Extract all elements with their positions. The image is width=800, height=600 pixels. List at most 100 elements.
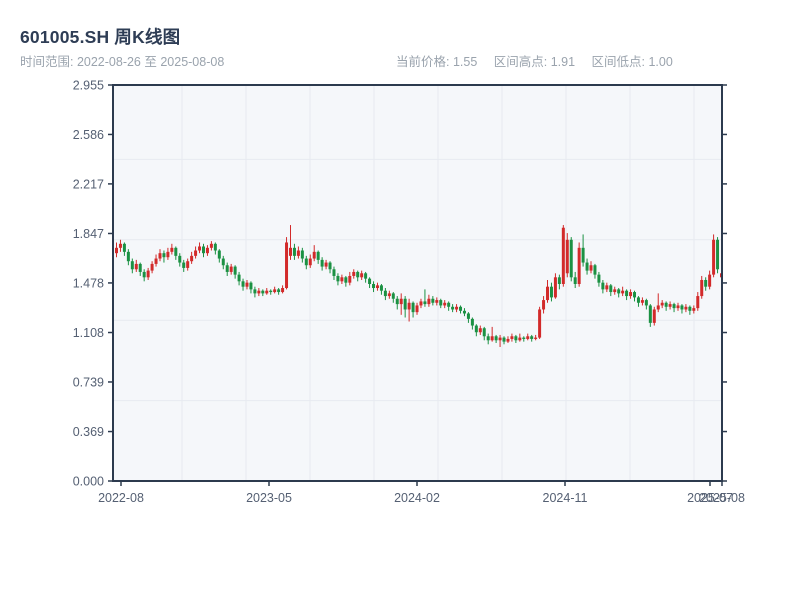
candle-body [506,338,510,342]
candle-body [625,290,629,297]
x-tick-label: 2022-08 [98,491,144,505]
candle-body [534,337,538,339]
candle-body [459,306,463,311]
candle-body [549,286,553,298]
range-low-stat: 区间低点: 1.00 [591,55,673,69]
candle-body [399,298,403,305]
current-price-stat: 当前价格: 1.55 [396,55,478,69]
candle-body [644,300,648,306]
candle-body [561,227,565,285]
candle-body [470,318,474,326]
candle-body [415,305,419,313]
candle-body [348,275,352,283]
candle-body [593,265,597,275]
candle-body [360,273,364,278]
candle-body [364,273,368,279]
candle-body [285,242,289,289]
candle-body [451,306,455,310]
candle-body [573,277,577,285]
chart-header: 时间范围: 2022-08-26 至 2025-08-08 当前价格: 1.55… [0,51,800,69]
candle-body [692,308,696,311]
candle-body [356,271,360,278]
candle-body [648,305,652,323]
y-tick-label: 1.847 [73,227,104,241]
y-tick-label: 2.217 [73,177,104,191]
candle-body [209,243,213,248]
candle-body [510,336,514,339]
candle-body [273,289,277,293]
candle-body [621,290,625,294]
candle-body [672,304,676,309]
candle-body [688,306,692,311]
candle-body [178,255,182,263]
kline-chart-page: { "header": { "title": "601005.SH 周K线图",… [0,0,800,600]
candle-body [407,302,411,310]
candle-body [174,247,178,256]
candle-body [134,263,138,270]
candle-body [712,239,716,275]
candle-body [344,277,348,283]
candle-body [530,336,534,339]
candle-body [538,309,542,338]
candle-body [182,262,186,268]
candle-body [431,298,435,303]
candle-body [514,336,518,341]
x-tick-label: 2025-08 [699,491,745,505]
candle-body [466,313,470,319]
candle-body [640,300,644,303]
candle-body [387,293,391,297]
candle-body [435,300,439,303]
candle-body [245,282,249,287]
candle-body [221,258,225,266]
candle-body [166,251,170,258]
candle-body [605,285,609,290]
candle-body [601,282,605,290]
candle-body [332,269,336,276]
page-title: 601005.SH 周K线图 [20,27,181,47]
candle-body [443,302,447,306]
candle-body [589,265,593,271]
candle-body [502,337,506,342]
candle-body [379,285,383,291]
candle-body [150,263,154,271]
candle-body [462,310,466,314]
candle-body [553,277,557,298]
candle-body [372,284,376,289]
candle-body [617,289,621,294]
candle-body [292,247,296,256]
candle-body [411,302,415,313]
candle-body [368,278,372,285]
plot-area [113,85,722,481]
candle-body [684,306,688,310]
candle-body [700,279,704,297]
candle-body [383,290,387,297]
candle-body [581,247,585,263]
candle-body [265,290,269,294]
candle-body [316,251,320,260]
candle-body [494,336,498,341]
x-tick-label: 2024-11 [543,491,588,505]
candle-body [304,258,308,266]
candle-body [277,289,281,293]
candle-body [217,250,221,259]
candle-body [253,289,257,294]
candle-body [146,270,150,278]
candle-body [229,266,233,272]
candle-body [201,246,205,254]
candle-body [170,247,174,252]
candle-body [158,253,162,259]
candle-body [162,253,166,258]
time-range-label: 时间范围: 2022-08-26 至 2025-08-08 [20,55,225,69]
candle-body [296,250,300,256]
candle-body [427,298,431,305]
candle-body [126,251,130,262]
candle-body [118,243,122,248]
candle-body [115,247,118,254]
candle-body [478,328,482,333]
candle-body [696,296,700,309]
candle-body [261,290,265,294]
candle-body [609,285,613,293]
candle-body [336,275,340,282]
y-tick-label: 0.000 [73,475,104,489]
candle-body [237,274,241,282]
